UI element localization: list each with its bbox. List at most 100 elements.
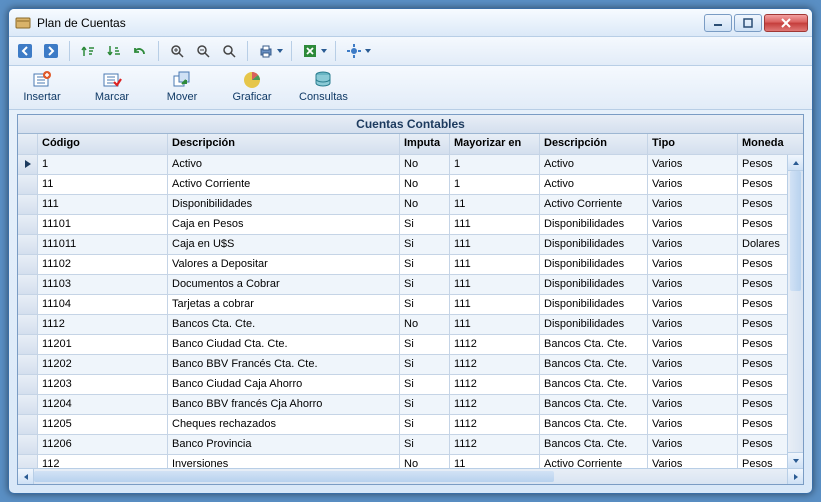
cell-codigo[interactable]: 111: [38, 195, 168, 214]
cell-codigo[interactable]: 11: [38, 175, 168, 194]
cell-tipo[interactable]: Varios: [648, 335, 738, 354]
forward-icon[interactable]: [41, 41, 61, 61]
cell-mayorizar[interactable]: 1112: [450, 435, 540, 454]
cell-tipo[interactable]: Varios: [648, 435, 738, 454]
scroll-left-icon[interactable]: [18, 469, 34, 484]
col-codigo[interactable]: Código: [38, 134, 168, 154]
mover-button[interactable]: Mover: [155, 68, 209, 105]
cell-tipo[interactable]: Varios: [648, 395, 738, 414]
print-dropdown[interactable]: [256, 41, 283, 61]
insertar-button[interactable]: Insertar: [15, 68, 69, 105]
cell-tipo[interactable]: Varios: [648, 235, 738, 254]
scroll-thumb[interactable]: [34, 471, 554, 482]
cell-codigo[interactable]: 11201: [38, 335, 168, 354]
cell-codigo[interactable]: 11101: [38, 215, 168, 234]
cell-imputa[interactable]: Si: [400, 255, 450, 274]
cell-tipo[interactable]: Varios: [648, 195, 738, 214]
scroll-up-icon[interactable]: [788, 155, 803, 171]
cell-imputa[interactable]: Si: [400, 235, 450, 254]
cell-descripcion[interactable]: Documentos a Cobrar: [168, 275, 400, 294]
cell-imputa[interactable]: Si: [400, 355, 450, 374]
cell-mayorizar[interactable]: 111: [450, 295, 540, 314]
cell-mayorizar[interactable]: 1112: [450, 415, 540, 434]
cell-descripcion[interactable]: Inversiones: [168, 455, 400, 468]
scroll-right-icon[interactable]: [787, 469, 803, 484]
horizontal-scrollbar[interactable]: [18, 468, 803, 484]
cell-descripcion[interactable]: Banco Ciudad Caja Ahorro: [168, 375, 400, 394]
cell-codigo[interactable]: 11204: [38, 395, 168, 414]
cell-imputa[interactable]: Si: [400, 395, 450, 414]
cell-codigo[interactable]: 11102: [38, 255, 168, 274]
table-row[interactable]: 11204Banco BBV francés Cja AhorroSi1112B…: [18, 395, 803, 415]
cell-mayorizar[interactable]: 111: [450, 215, 540, 234]
table-row[interactable]: 1ActivoNo1ActivoVariosPesos: [18, 155, 803, 175]
cell-imputa[interactable]: Si: [400, 275, 450, 294]
table-row[interactable]: 11201Banco Ciudad Cta. Cte.Si1112Bancos …: [18, 335, 803, 355]
cell-tipo[interactable]: Varios: [648, 375, 738, 394]
cell-imputa[interactable]: Si: [400, 435, 450, 454]
close-button[interactable]: [764, 14, 808, 32]
cell-tipo[interactable]: Varios: [648, 415, 738, 434]
sort-desc-icon[interactable]: [104, 41, 124, 61]
table-row[interactable]: 11205Cheques rechazadosSi1112Bancos Cta.…: [18, 415, 803, 435]
cell-descripcion[interactable]: Activo: [168, 155, 400, 174]
cell-imputa[interactable]: No: [400, 175, 450, 194]
table-row[interactable]: 11103Documentos a CobrarSi111Disponibili…: [18, 275, 803, 295]
table-row[interactable]: 111DisponibilidadesNo11Activo CorrienteV…: [18, 195, 803, 215]
cell-codigo[interactable]: 11202: [38, 355, 168, 374]
settings-dropdown[interactable]: [344, 41, 371, 61]
cell-mayorizar[interactable]: 11: [450, 455, 540, 468]
cell-descripcion2[interactable]: Disponibilidades: [540, 255, 648, 274]
cell-descripcion[interactable]: Valores a Depositar: [168, 255, 400, 274]
cell-tipo[interactable]: Varios: [648, 455, 738, 468]
cell-descripcion2[interactable]: Activo: [540, 155, 648, 174]
cell-mayorizar[interactable]: 11: [450, 195, 540, 214]
cell-descripcion[interactable]: Banco BBV francés Cja Ahorro: [168, 395, 400, 414]
cell-imputa[interactable]: Si: [400, 375, 450, 394]
cell-descripcion2[interactable]: Activo: [540, 175, 648, 194]
sort-asc-icon[interactable]: [78, 41, 98, 61]
cell-tipo[interactable]: Varios: [648, 295, 738, 314]
excel-dropdown[interactable]: [300, 41, 327, 61]
cell-imputa[interactable]: Si: [400, 215, 450, 234]
cell-descripcion2[interactable]: Disponibilidades: [540, 295, 648, 314]
table-row[interactable]: 1112Bancos Cta. Cte.No111Disponibilidade…: [18, 315, 803, 335]
cell-imputa[interactable]: Si: [400, 415, 450, 434]
cell-imputa[interactable]: No: [400, 315, 450, 334]
col-tipo[interactable]: Tipo: [648, 134, 738, 154]
cell-tipo[interactable]: Varios: [648, 215, 738, 234]
cell-descripcion2[interactable]: Disponibilidades: [540, 215, 648, 234]
cell-mayorizar[interactable]: 1112: [450, 395, 540, 414]
cell-codigo[interactable]: 11206: [38, 435, 168, 454]
scroll-down-icon[interactable]: [788, 452, 803, 468]
col-imputa[interactable]: Imputa: [400, 134, 450, 154]
cell-tipo[interactable]: Varios: [648, 275, 738, 294]
table-row[interactable]: 11Activo CorrienteNo1ActivoVariosPesos: [18, 175, 803, 195]
cell-codigo[interactable]: 11205: [38, 415, 168, 434]
zoom-in-icon[interactable]: [167, 41, 187, 61]
cell-mayorizar[interactable]: 1: [450, 175, 540, 194]
cell-tipo[interactable]: Varios: [648, 155, 738, 174]
maximize-button[interactable]: [734, 14, 762, 32]
cell-codigo[interactable]: 111011: [38, 235, 168, 254]
cell-descripcion2[interactable]: Disponibilidades: [540, 275, 648, 294]
cell-codigo[interactable]: 11103: [38, 275, 168, 294]
table-row[interactable]: 112InversionesNo11Activo CorrienteVarios…: [18, 455, 803, 468]
cell-imputa[interactable]: No: [400, 455, 450, 468]
cell-descripcion[interactable]: Tarjetas a cobrar: [168, 295, 400, 314]
cell-mayorizar[interactable]: 1112: [450, 355, 540, 374]
cell-mayorizar[interactable]: 111: [450, 315, 540, 334]
cell-imputa[interactable]: No: [400, 155, 450, 174]
col-descripcion2[interactable]: Descripción: [540, 134, 648, 154]
cell-descripcion2[interactable]: Activo Corriente: [540, 455, 648, 468]
cell-mayorizar[interactable]: 111: [450, 255, 540, 274]
back-icon[interactable]: [15, 41, 35, 61]
cell-imputa[interactable]: Si: [400, 335, 450, 354]
cell-mayorizar[interactable]: 111: [450, 275, 540, 294]
cell-descripcion[interactable]: Activo Corriente: [168, 175, 400, 194]
col-selector[interactable]: [18, 134, 38, 154]
scroll-thumb[interactable]: [790, 171, 801, 291]
cell-descripcion[interactable]: Banco Provincia: [168, 435, 400, 454]
cell-descripcion2[interactable]: Bancos Cta. Cte.: [540, 395, 648, 414]
cell-descripcion[interactable]: Banco BBV Francés Cta. Cte.: [168, 355, 400, 374]
